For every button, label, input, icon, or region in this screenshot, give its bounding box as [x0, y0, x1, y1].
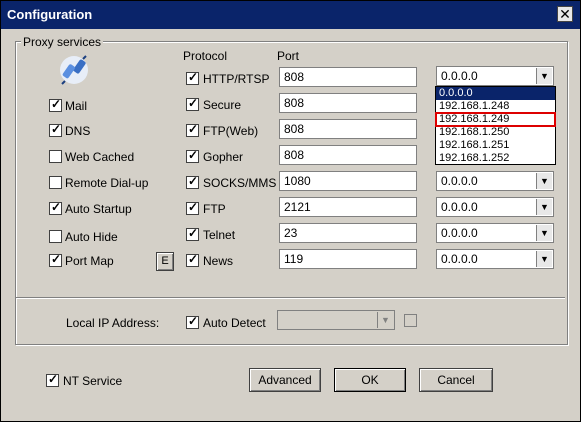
group-separator: [16, 297, 565, 299]
auto-detect-label: Auto Detect: [203, 316, 266, 330]
web-cached-label: Web Cached: [65, 150, 135, 164]
protocol-label-news: News: [203, 254, 234, 268]
ip-select-telnet[interactable]: 0.0.0.0 ▼: [436, 223, 554, 243]
list-item[interactable]: 192.168.1.251: [436, 139, 555, 152]
ip-select-socks[interactable]: 0.0.0.0 ▼: [436, 171, 554, 191]
port-input-gopher[interactable]: 808: [279, 145, 417, 165]
cancel-button[interactable]: Cancel: [419, 368, 493, 392]
protocol-checkbox-ftp[interactable]: [186, 200, 199, 215]
window-title: Configuration: [7, 7, 93, 22]
title-bar: Configuration ✕: [1, 1, 580, 29]
protocol-checkbox-http[interactable]: [186, 70, 199, 85]
ip-select-telnet-value: 0.0.0.0: [441, 226, 478, 240]
ip-select-news[interactable]: 0.0.0.0 ▼: [436, 249, 554, 269]
mail-checkbox[interactable]: [49, 97, 62, 112]
protocol-label-telnet: Telnet: [203, 228, 236, 242]
port-map-checkbox[interactable]: [49, 252, 62, 267]
remote-dialup-label: Remote Dial-up: [65, 176, 149, 190]
ip-select-socks-value: 0.0.0.0: [441, 174, 478, 188]
list-item[interactable]: 192.168.1.248: [436, 100, 555, 113]
protocol-checkbox-telnet[interactable]: [186, 226, 199, 241]
chevron-down-icon[interactable]: ▼: [536, 225, 552, 241]
list-item[interactable]: 192.168.1.250: [436, 126, 555, 139]
local-ip-label: Local IP Address:: [66, 316, 160, 330]
protocol-label-socks: SOCKS/MMS: [203, 176, 277, 190]
chevron-down-icon[interactable]: ▼: [536, 68, 552, 84]
local-ip-extra-checkbox[interactable]: [404, 314, 417, 327]
protocol-label-ftp: FTP: [203, 202, 226, 216]
ip-dropdown-list[interactable]: 0.0.0.0 192.168.1.248 192.168.1.249 192.…: [435, 86, 556, 165]
proxy-services-title: Proxy services: [21, 35, 104, 49]
protocol-checkbox-socks[interactable]: [186, 174, 199, 189]
port-map-label: Port Map: [65, 254, 114, 268]
auto-hide-label: Auto Hide: [65, 230, 118, 244]
remote-dialup-checkbox[interactable]: [49, 176, 62, 189]
list-item[interactable]: 192.168.1.252: [436, 152, 555, 165]
chevron-down-icon[interactable]: ▼: [536, 173, 552, 189]
protocol-header: Protocol: [183, 49, 228, 63]
port-input-ftpweb[interactable]: 808: [279, 119, 417, 139]
auto-startup-label: Auto Startup: [65, 202, 132, 216]
ok-button[interactable]: OK: [334, 368, 406, 392]
port-header: Port: [277, 49, 300, 63]
dns-label: DNS: [65, 124, 91, 138]
protocol-label-ftpweb: FTP(Web): [203, 124, 259, 138]
close-icon[interactable]: ✕: [557, 6, 573, 22]
port-input-news[interactable]: 119: [279, 249, 417, 269]
chevron-down-icon[interactable]: ▼: [377, 312, 393, 328]
nt-service-label: NT Service: [63, 374, 123, 388]
protocol-label-secure: Secure: [203, 98, 242, 112]
protocol-label-gopher: Gopher: [203, 150, 244, 164]
configuration-dialog: Configuration ✕ Proxy services Protocol …: [0, 0, 581, 422]
list-item[interactable]: 192.168.1.249: [435, 112, 556, 127]
port-input-socks[interactable]: 1080: [279, 171, 417, 191]
ip-select-http-value: 0.0.0.0: [441, 69, 478, 83]
ip-select-http[interactable]: 0.0.0.0 ▼: [436, 66, 554, 86]
port-input-secure[interactable]: 808: [279, 93, 417, 113]
dns-checkbox[interactable]: [49, 122, 62, 137]
network-plug-icon: [60, 55, 88, 85]
port-input-http[interactable]: 808: [279, 67, 417, 87]
protocol-checkbox-news[interactable]: [186, 252, 199, 267]
chevron-down-icon[interactable]: ▼: [536, 199, 552, 215]
list-item[interactable]: 0.0.0.0: [436, 87, 555, 100]
port-map-edit-button[interactable]: E: [156, 252, 174, 271]
auto-hide-checkbox[interactable]: [49, 230, 62, 243]
auto-startup-checkbox[interactable]: [49, 200, 62, 215]
mail-label: Mail: [65, 99, 88, 113]
web-cached-checkbox[interactable]: [49, 150, 62, 163]
protocol-checkbox-ftpweb[interactable]: [186, 122, 199, 137]
ip-select-ftp-value: 0.0.0.0: [441, 200, 478, 214]
local-ip-select[interactable]: ▼: [277, 310, 395, 330]
protocol-label-http: HTTP/RTSP: [203, 72, 270, 86]
nt-service-checkbox[interactable]: [46, 372, 59, 387]
advanced-button[interactable]: Advanced: [249, 368, 321, 392]
auto-detect-checkbox[interactable]: [186, 314, 199, 329]
protocol-checkbox-secure[interactable]: [186, 96, 199, 111]
port-input-telnet[interactable]: 23: [279, 223, 417, 243]
protocol-checkbox-gopher[interactable]: [186, 148, 199, 163]
ip-select-news-value: 0.0.0.0: [441, 252, 478, 266]
chevron-down-icon[interactable]: ▼: [536, 251, 552, 267]
ip-select-ftp[interactable]: 0.0.0.0 ▼: [436, 197, 554, 217]
port-input-ftp[interactable]: 2121: [279, 197, 417, 217]
